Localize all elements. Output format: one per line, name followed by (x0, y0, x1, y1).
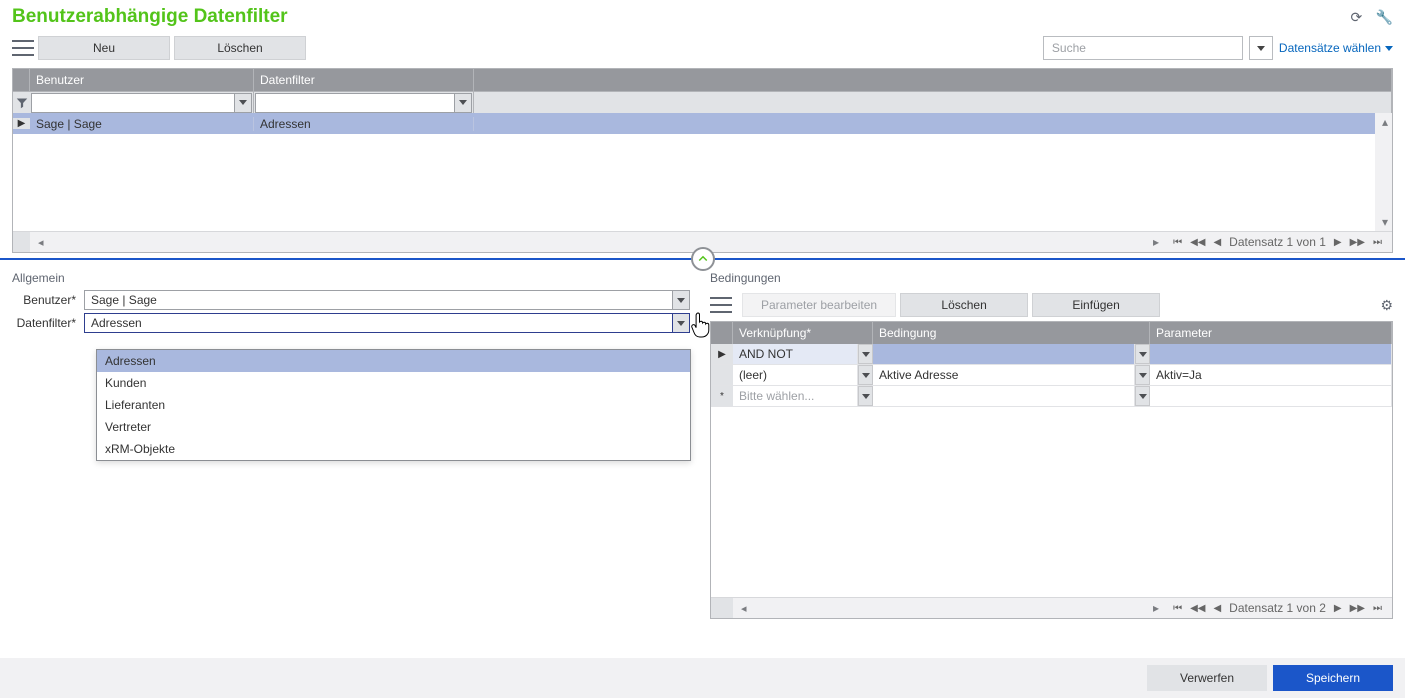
pager-prev-icon[interactable]: ◀ (1213, 603, 1221, 614)
cond-header-param[interactable]: Parameter (1150, 322, 1392, 344)
combo-user[interactable]: Sage | Sage (84, 290, 690, 310)
pager-first-icon[interactable]: ⏮ (1173, 603, 1182, 614)
combo-user-value[interactable]: Sage | Sage (84, 290, 672, 310)
save-button[interactable]: Speichern (1273, 665, 1393, 691)
gear-icon[interactable]: ⚙ (1380, 297, 1393, 314)
edit-param-button: Parameter bearbeiten (742, 293, 896, 317)
dropdown-option[interactable]: Adressen (97, 350, 690, 372)
hscroll-left-icon[interactable]: ◂ (34, 236, 48, 249)
row-indicator-icon: ▶ (711, 344, 733, 364)
dropdown-option[interactable]: Lieferanten (97, 394, 690, 416)
dropdown-option[interactable]: xRM-Objekte (97, 438, 690, 460)
chevron-down-icon[interactable] (858, 365, 873, 385)
search-dropdown-button[interactable] (1249, 36, 1273, 60)
cond-menu-icon[interactable] (710, 296, 732, 314)
combo-filter-value[interactable]: Adressen (84, 313, 672, 333)
new-button[interactable]: Neu (38, 36, 170, 60)
pager-last-icon[interactable]: ⏭ (1373, 603, 1382, 614)
cell-filter[interactable]: Adressen (254, 117, 474, 131)
cond-cell-param[interactable]: Aktiv=Ja (1150, 365, 1392, 385)
cond-marker-header (711, 322, 733, 344)
cond-cell-cond[interactable] (873, 386, 1135, 406)
cond-cell-cond[interactable] (873, 344, 1135, 364)
label-filter: Datenfilter* (12, 316, 84, 330)
row-indicator-icon: ▶ (13, 118, 30, 129)
menu-icon[interactable] (12, 39, 34, 57)
section-general: Allgemein (12, 267, 690, 289)
hscroll-right-icon[interactable]: ▸ (1149, 235, 1163, 249)
cond-cell-param[interactable] (1150, 344, 1392, 364)
section-conditions: Bedingungen (710, 267, 1393, 289)
wrench-icon[interactable]: 🔧 (1376, 9, 1393, 25)
grid-row[interactable]: ▶ Sage | Sage Adressen (13, 113, 1392, 134)
cond-header-link[interactable]: Verknüpfung* (733, 322, 873, 344)
cell-user[interactable]: Sage | Sage (30, 117, 254, 131)
cond-row[interactable]: ▶ AND NOT (711, 344, 1392, 365)
pager-prev-icon[interactable]: ◀ (1213, 237, 1221, 248)
pager-last-icon[interactable]: ⏭ (1373, 237, 1382, 248)
hscroll-left-icon[interactable]: ◂ (737, 602, 751, 615)
pager-nav[interactable]: ⏮ ◀◀ ◀ Datensatz 1 von 1 ▶ ▶▶ ⏭ (1163, 235, 1392, 249)
discard-button[interactable]: Verwerfen (1147, 665, 1267, 691)
conditions-grid: Verknüpfung* Bedingung Parameter ▶ AND N… (710, 321, 1393, 619)
splitter-toggle-button[interactable] (691, 247, 715, 271)
pager-first-icon[interactable]: ⏮ (1173, 237, 1182, 248)
cond-pager-label: Datensatz 1 von 2 (1229, 601, 1326, 615)
grid-marker-header (13, 69, 30, 91)
filter-dropdown[interactable]: Adressen Kunden Lieferanten Vertreter xR… (96, 349, 691, 461)
filter-combo-datenfilter[interactable] (255, 93, 472, 113)
filter-combo-user[interactable] (31, 93, 252, 113)
pager-label: Datensatz 1 von 1 (1229, 235, 1326, 249)
cond-cell-link[interactable]: (leer) (733, 365, 858, 385)
combo-user-button[interactable] (672, 290, 690, 310)
cond-header-cond[interactable]: Bedingung (873, 322, 1150, 344)
grid-header-filter[interactable]: Datenfilter (254, 69, 474, 91)
row-indicator-icon (711, 365, 733, 385)
chevron-down-icon[interactable] (858, 386, 873, 406)
pager-next-icon[interactable]: ▶ (1334, 237, 1342, 248)
search-input[interactable] (1043, 36, 1243, 60)
dropdown-option[interactable]: Kunden (97, 372, 690, 394)
delete-button[interactable]: Löschen (174, 36, 306, 60)
row-new-icon: * (711, 386, 733, 406)
chevron-down-icon[interactable] (1135, 365, 1150, 385)
refresh-icon[interactable]: ⟳ (1350, 9, 1362, 25)
cond-cell-param[interactable] (1150, 386, 1392, 406)
cond-delete-button[interactable]: Löschen (900, 293, 1028, 317)
vertical-scrollbar[interactable]: ▴ ▾ (1375, 113, 1392, 231)
label-user: Benutzer* (12, 293, 84, 307)
chevron-down-icon[interactable] (1135, 386, 1150, 406)
choose-records-link[interactable]: Datensätze wählen (1279, 41, 1393, 55)
pager-next-icon[interactable]: ▶ (1334, 603, 1342, 614)
cond-pager-nav[interactable]: ⏮ ◀◀ ◀ Datensatz 1 von 2 ▶ ▶▶ ⏭ (1163, 601, 1392, 615)
pager-prevpage-icon[interactable]: ◀◀ (1190, 237, 1205, 248)
pager-nextpage-icon[interactable]: ▶▶ (1350, 237, 1365, 248)
dropdown-option[interactable]: Vertreter (97, 416, 690, 438)
filter-icon[interactable] (13, 92, 30, 113)
combo-filter[interactable]: Adressen (84, 313, 690, 333)
cond-row[interactable]: (leer) Aktive Adresse Aktiv=Ja (711, 365, 1392, 386)
chevron-down-icon[interactable] (1135, 344, 1150, 364)
combo-filter-button[interactable] (672, 313, 690, 333)
pager-nextpage-icon[interactable]: ▶▶ (1350, 603, 1365, 614)
grid-header-user[interactable]: Benutzer (30, 69, 254, 91)
hscroll-right-icon[interactable]: ▸ (1149, 601, 1163, 615)
cond-cell-link[interactable]: AND NOT (733, 344, 858, 364)
pager-prevpage-icon[interactable]: ◀◀ (1190, 603, 1205, 614)
search-field[interactable] (1050, 40, 1236, 56)
page-title: Benutzerabhängige Datenfilter (12, 6, 288, 28)
cond-insert-button[interactable]: Einfügen (1032, 293, 1160, 317)
grid-header-rest (474, 69, 1392, 91)
cond-cell-link[interactable]: Bitte wählen... (733, 386, 858, 406)
cond-cell-cond[interactable]: Aktive Adresse (873, 365, 1135, 385)
main-grid: Benutzer Datenfilter ▶ Sage (12, 68, 1393, 253)
chevron-down-icon[interactable] (858, 344, 873, 364)
cond-row[interactable]: * Bitte wählen... (711, 386, 1392, 407)
